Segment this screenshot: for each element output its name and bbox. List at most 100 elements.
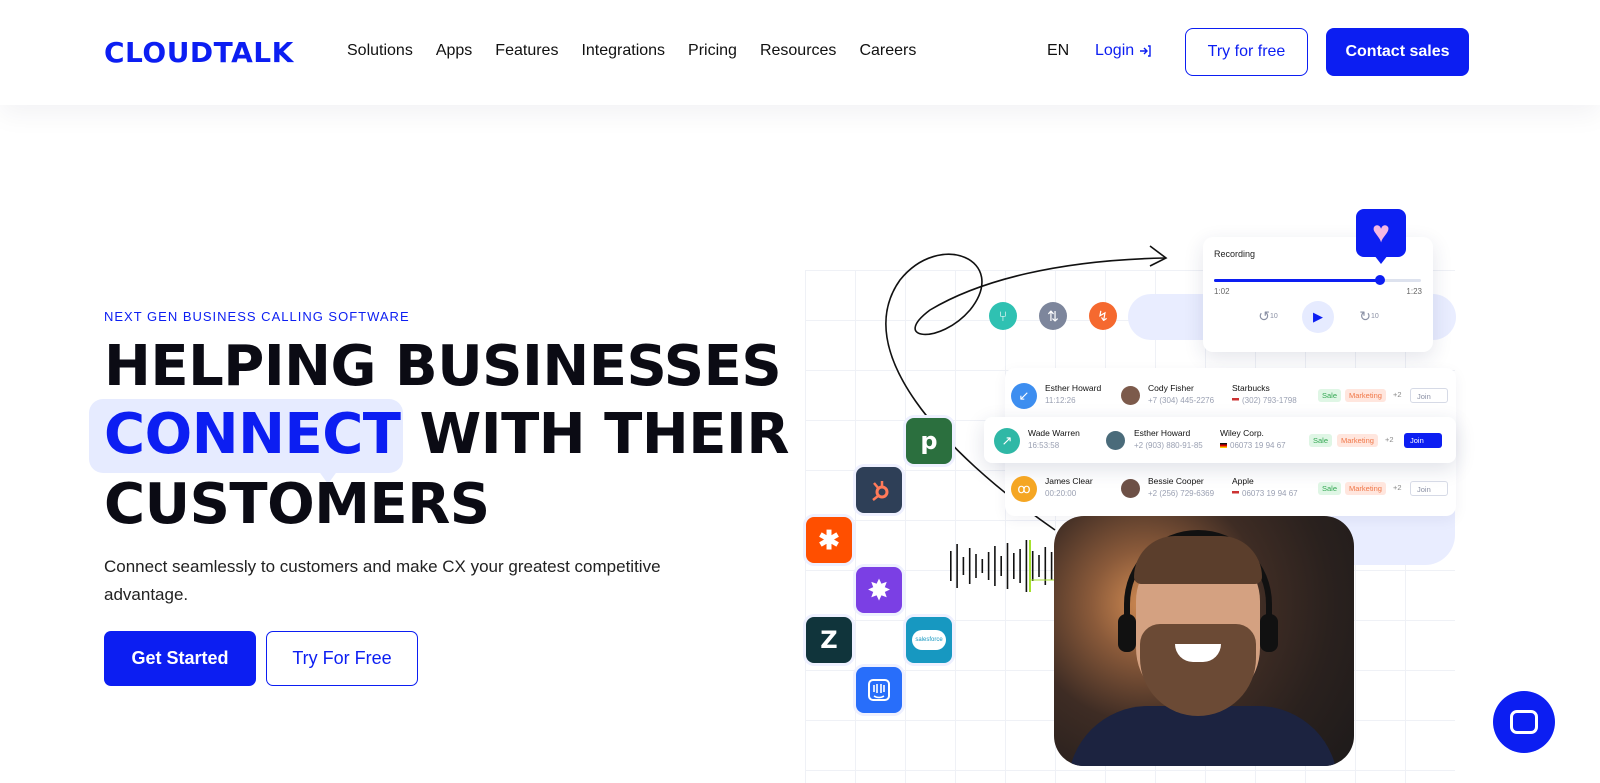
zapier-icon: ✱	[806, 517, 852, 563]
call-row[interactable]: ↙ Esther Howard 11:12:26 Cody Fisher +7 …	[1005, 372, 1456, 418]
forward-10-icon[interactable]: ↻ 10	[1356, 303, 1382, 329]
hubspot-icon	[856, 467, 902, 513]
nav-apps[interactable]: Apps	[436, 42, 472, 60]
call-time: 00:20:00	[1045, 489, 1077, 498]
join-button[interactable]: Join	[1410, 388, 1448, 403]
badge-icon: ✸	[856, 567, 902, 613]
waveform-bar	[1038, 555, 1040, 577]
merge-icon: ⑂	[989, 302, 1017, 330]
hero-heading-line-1: HELPING BUSINESSES	[104, 334, 782, 399]
more-tags-count: +2	[1393, 483, 1402, 492]
recording-title: Recording	[1214, 249, 1256, 259]
pipedrive-icon: p	[906, 418, 952, 464]
contact-name: Cody Fisher	[1148, 383, 1194, 393]
company-name: Wiley Corp.	[1220, 428, 1264, 438]
intercom-icon	[856, 667, 902, 713]
connect-word: CONNECT	[104, 402, 401, 467]
join-button-active[interactable]: Join	[1404, 433, 1442, 448]
contact-name: Bessie Cooper	[1148, 476, 1204, 486]
rewind-10-icon[interactable]: ↺ 10	[1255, 303, 1281, 329]
heading-with-their: WITH THEIR	[400, 402, 789, 467]
waveform-bar	[1019, 549, 1021, 583]
avatar	[1121, 479, 1140, 498]
agent-photo	[1054, 516, 1354, 766]
waveform-bar	[981, 559, 984, 573]
contact-phone: +7 (304) 445-2276	[1148, 396, 1215, 405]
incoming-call-icon: ↙	[1011, 383, 1037, 409]
agent-name: Wade Warren	[1028, 428, 1080, 438]
waveform-bar	[1013, 553, 1015, 579]
play-icon[interactable]: ▶	[1302, 301, 1334, 333]
sale-tag: Sale	[1309, 434, 1333, 447]
main-nav: Solutions Apps Features Integrations Pri…	[347, 42, 916, 60]
chat-widget-button[interactable]	[1493, 691, 1555, 753]
join-button[interactable]: Join	[1410, 481, 1448, 496]
more-tags-count: +2	[1385, 435, 1394, 444]
company-name: Starbucks	[1232, 383, 1270, 393]
sale-tag: Sale	[1318, 482, 1342, 495]
get-started-button[interactable]: Get Started	[104, 631, 256, 686]
call-time: 16:53:58	[1028, 441, 1060, 450]
outgoing-call-icon: ↗	[994, 428, 1020, 454]
heart-icon: ♥	[1356, 209, 1406, 257]
waveform-bar	[1044, 547, 1047, 585]
chat-bubble-icon	[1510, 710, 1538, 734]
waveform-bar	[1031, 551, 1034, 581]
forward-10-label: 10	[1370, 312, 1379, 320]
agent-name: Esther Howard	[1045, 383, 1102, 393]
salesforce-cloud: salesforce	[912, 630, 946, 650]
marketing-tag: Marketing	[1345, 482, 1386, 495]
us-flag-icon	[1232, 491, 1239, 497]
hero-subtitle: Connect seamlessly to customers and make…	[104, 557, 661, 604]
recording-progress-knob[interactable]	[1374, 275, 1385, 285]
recording-progress-track[interactable]	[1214, 275, 1421, 285]
photo-beard	[1140, 624, 1256, 716]
company-phone-text: 06073 19 94 67	[1242, 489, 1298, 498]
call-time: 11:12:26	[1045, 396, 1076, 405]
voicemail-icon: ꝏ	[1011, 476, 1037, 502]
waveform-bar	[1000, 556, 1002, 576]
login-link[interactable]: Login	[1095, 42, 1152, 60]
nav-careers[interactable]: Careers	[859, 42, 916, 60]
hero-eyebrow: NEXT GEN BUSINESS CALLING SOFTWARE	[104, 309, 410, 324]
waveform-bar	[1025, 540, 1028, 592]
sale-tag: Sale	[1318, 389, 1342, 402]
recording-progress-fill	[1214, 279, 1380, 282]
zendesk-icon: Z	[806, 617, 852, 663]
salesforce-icon: salesforce	[906, 617, 952, 663]
call-row[interactable]: ꝏ James Clear 00:20:00 Bessie Cooper +2 …	[1005, 465, 1456, 511]
contact-sales-button[interactable]: Contact sales	[1326, 28, 1469, 76]
agent-name: James Clear	[1045, 476, 1093, 486]
waveform-bar	[962, 557, 965, 575]
nav-resources[interactable]: Resources	[760, 42, 836, 60]
headphone-left	[1118, 614, 1136, 652]
company-phone-text: 06073 19 94 67	[1230, 441, 1286, 450]
company-phone-text: (302) 793-1798	[1242, 396, 1297, 405]
try-for-free-hero-button[interactable]: Try For Free	[266, 631, 418, 686]
waveform-bar	[950, 551, 952, 581]
hero-heading-line-2: CONNECT WITH THEIR	[104, 400, 789, 470]
contact-name: Esther Howard	[1134, 428, 1191, 438]
waveform-bar	[956, 544, 958, 588]
transfer-icon: ⇅	[1039, 302, 1067, 330]
us-flag-icon	[1232, 398, 1239, 404]
marketing-tag: Marketing	[1337, 434, 1378, 447]
language-selector[interactable]: EN	[1047, 42, 1069, 60]
login-arrow-icon	[1140, 45, 1151, 57]
contact-phone: +2 (256) 729-6369	[1148, 489, 1215, 498]
nav-pricing[interactable]: Pricing	[688, 42, 737, 60]
more-tags-count: +2	[1393, 390, 1402, 399]
waveform-bar	[1006, 543, 1009, 589]
waveform-bar	[987, 552, 990, 580]
avatar	[1106, 431, 1125, 450]
login-label: Login	[1095, 42, 1135, 59]
waveform-bar	[968, 548, 971, 584]
hubspot-glyph	[872, 481, 889, 501]
nav-solutions[interactable]: Solutions	[347, 42, 413, 60]
cloudtalk-logo[interactable]: CLOUDTALK	[104, 36, 294, 69]
nav-integrations[interactable]: Integrations	[581, 42, 665, 60]
try-for-free-button[interactable]: Try for free	[1185, 28, 1308, 76]
nav-features[interactable]: Features	[495, 42, 558, 60]
waveform-bar	[975, 554, 977, 578]
call-row-active[interactable]: ↗ Wade Warren 16:53:58 Esther Howard +2 …	[984, 417, 1456, 463]
